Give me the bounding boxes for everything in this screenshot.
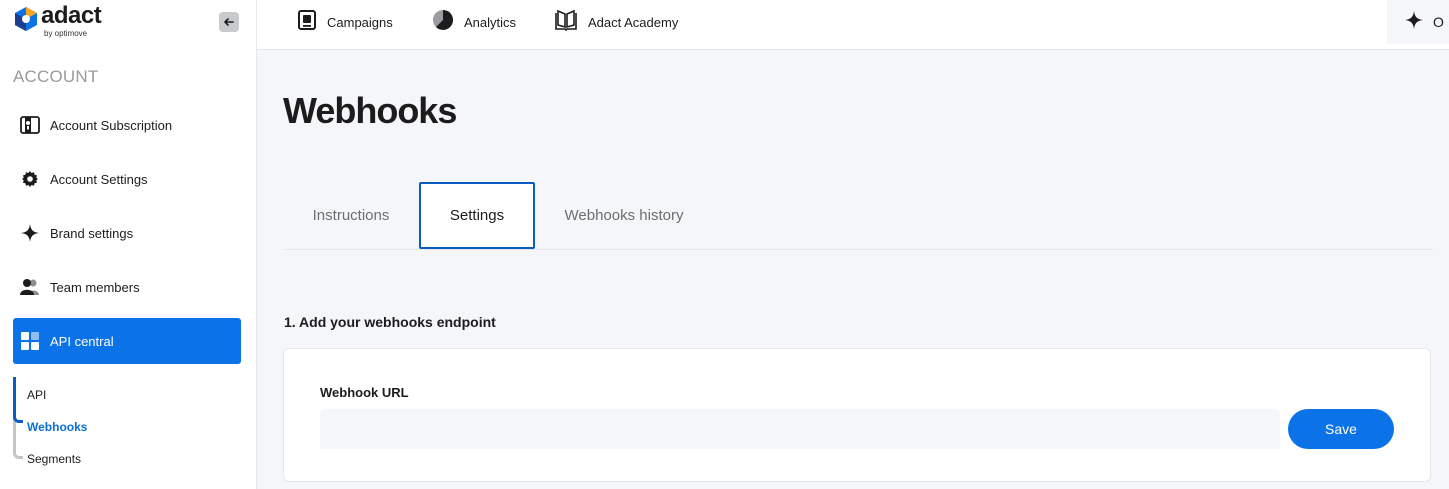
sparkle-icon (19, 222, 41, 244)
adact-logo-icon (15, 7, 37, 31)
top-link-label: Adact Academy (588, 14, 679, 30)
top-link-adact-academy[interactable]: Adact Academy (554, 9, 678, 35)
tab-settings[interactable]: Settings (419, 182, 535, 249)
subnav-active-line (13, 377, 23, 423)
sidebar-item-team-members[interactable]: Team members (13, 264, 241, 310)
sidebar-item-label: Brand settings (50, 225, 134, 241)
top-link-analytics[interactable]: Analytics (432, 9, 516, 35)
sidebar: adact by optimove ACCOUNT Account Subscr… (0, 0, 257, 489)
save-button[interactable]: Save (1288, 409, 1394, 449)
top-right-label: O (1433, 14, 1444, 30)
sidebar-item-account-subscription[interactable]: Account Subscription (13, 102, 241, 148)
page-title: Webhooks (283, 90, 457, 131)
tab-webhooks-history[interactable]: Webhooks history (545, 182, 703, 249)
arrow-left-icon (224, 18, 234, 26)
top-bar: Campaigns Analytics Adact Academy O (257, 0, 1449, 50)
book-icon (554, 8, 578, 37)
top-link-label: Campaigns (327, 14, 393, 30)
subnav-item-segments[interactable]: Segments (27, 452, 81, 466)
subnav-item-webhooks[interactable]: Webhooks (27, 420, 87, 434)
sidebar-item-api-central[interactable]: API central (13, 318, 241, 364)
tab-instructions[interactable]: Instructions (283, 182, 419, 249)
sparkle-icon (1405, 10, 1423, 34)
campaign-icon (297, 9, 317, 36)
pie-chart-icon (432, 9, 454, 36)
sidebar-item-brand-settings[interactable]: Brand settings (13, 210, 241, 256)
webhook-url-input[interactable] (320, 409, 1280, 449)
collapse-sidebar-button[interactable] (219, 12, 239, 32)
sidebar-item-label: Team members (50, 279, 140, 295)
top-link-campaigns[interactable]: Campaigns (297, 9, 393, 35)
adact-logo[interactable]: adact by optimove (13, 2, 102, 39)
sidebar-item-label: Account Subscription (50, 117, 173, 133)
grid-icon (19, 330, 41, 352)
sidebar-item-label: API central (50, 333, 114, 349)
gear-icon (19, 168, 41, 190)
webhook-url-label: Webhook URL (320, 385, 409, 400)
step-title: 1. Add your webhooks endpoint (284, 314, 496, 330)
people-icon (19, 276, 41, 298)
sidebar-nav: Account Subscription Account Settings Br… (13, 102, 241, 372)
subscription-icon (19, 114, 41, 136)
top-link-label: Analytics (464, 14, 517, 30)
sidebar-section-title: ACCOUNT (13, 67, 99, 86)
webhook-endpoint-card: Webhook URL Save (283, 348, 1431, 482)
api-central-subnav: API Webhooks Segments (13, 377, 213, 467)
logo-subtitle: by optimove (44, 29, 88, 38)
sidebar-item-account-settings[interactable]: Account Settings (13, 156, 241, 202)
logo-word: adact (41, 2, 102, 29)
webhook-tabs: Instructions Settings Webhooks history (283, 182, 1433, 250)
subnav-item-api[interactable]: API (27, 388, 46, 402)
sidebar-item-label: Account Settings (50, 171, 148, 187)
top-right-menu[interactable]: O (1387, 0, 1449, 44)
